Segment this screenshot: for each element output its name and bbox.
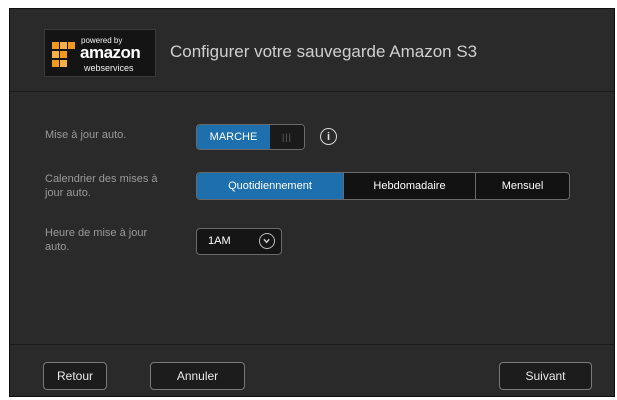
toggle-grip: ||| bbox=[270, 125, 304, 149]
cancel-button[interactable]: Annuler bbox=[150, 362, 245, 390]
next-button[interactable]: Suivant bbox=[499, 362, 592, 390]
time-label: Heure de mise à jour auto. bbox=[45, 226, 185, 254]
schedule-option-weekly[interactable]: Hebdomadaire bbox=[343, 173, 475, 199]
time-select[interactable]: 1AM bbox=[196, 228, 282, 255]
back-button[interactable]: Retour bbox=[43, 362, 107, 390]
schedule-label: Calendrier des mises à jour auto. bbox=[45, 172, 185, 200]
setup-dialog: powered by amazon webservices Configurer… bbox=[9, 8, 615, 397]
aws-cubes-icon bbox=[52, 42, 75, 67]
footer-divider bbox=[10, 344, 614, 345]
logo-subbrand: webservices bbox=[84, 63, 134, 73]
logo-brand: amazon bbox=[80, 43, 141, 62]
schedule-option-monthly[interactable]: Mensuel bbox=[475, 173, 569, 199]
time-label-line2: auto. bbox=[45, 241, 70, 253]
info-icon[interactable]: i bbox=[320, 128, 337, 145]
auto-update-label: Mise à jour auto. bbox=[45, 129, 127, 141]
time-label-line1: Heure de mise à jour bbox=[45, 227, 148, 239]
schedule-label-line2: jour auto. bbox=[45, 187, 91, 199]
chevron-down-icon bbox=[259, 233, 275, 249]
header-divider bbox=[10, 91, 614, 92]
schedule-segmented-control: Quotidiennement Hebdomadaire Mensuel bbox=[196, 172, 570, 200]
time-select-value: 1AM bbox=[208, 235, 231, 247]
auto-update-toggle[interactable]: MARCHE ||| bbox=[196, 124, 305, 150]
toggle-on-label: MARCHE bbox=[197, 125, 270, 149]
aws-logo: powered by amazon webservices bbox=[44, 29, 156, 77]
dialog-header: powered by amazon webservices Configurer… bbox=[10, 9, 614, 91]
dialog-title: Configurer votre sauvegarde Amazon S3 bbox=[170, 42, 478, 61]
schedule-option-daily[interactable]: Quotidiennement bbox=[197, 173, 343, 199]
schedule-label-line1: Calendrier des mises à bbox=[45, 173, 158, 185]
